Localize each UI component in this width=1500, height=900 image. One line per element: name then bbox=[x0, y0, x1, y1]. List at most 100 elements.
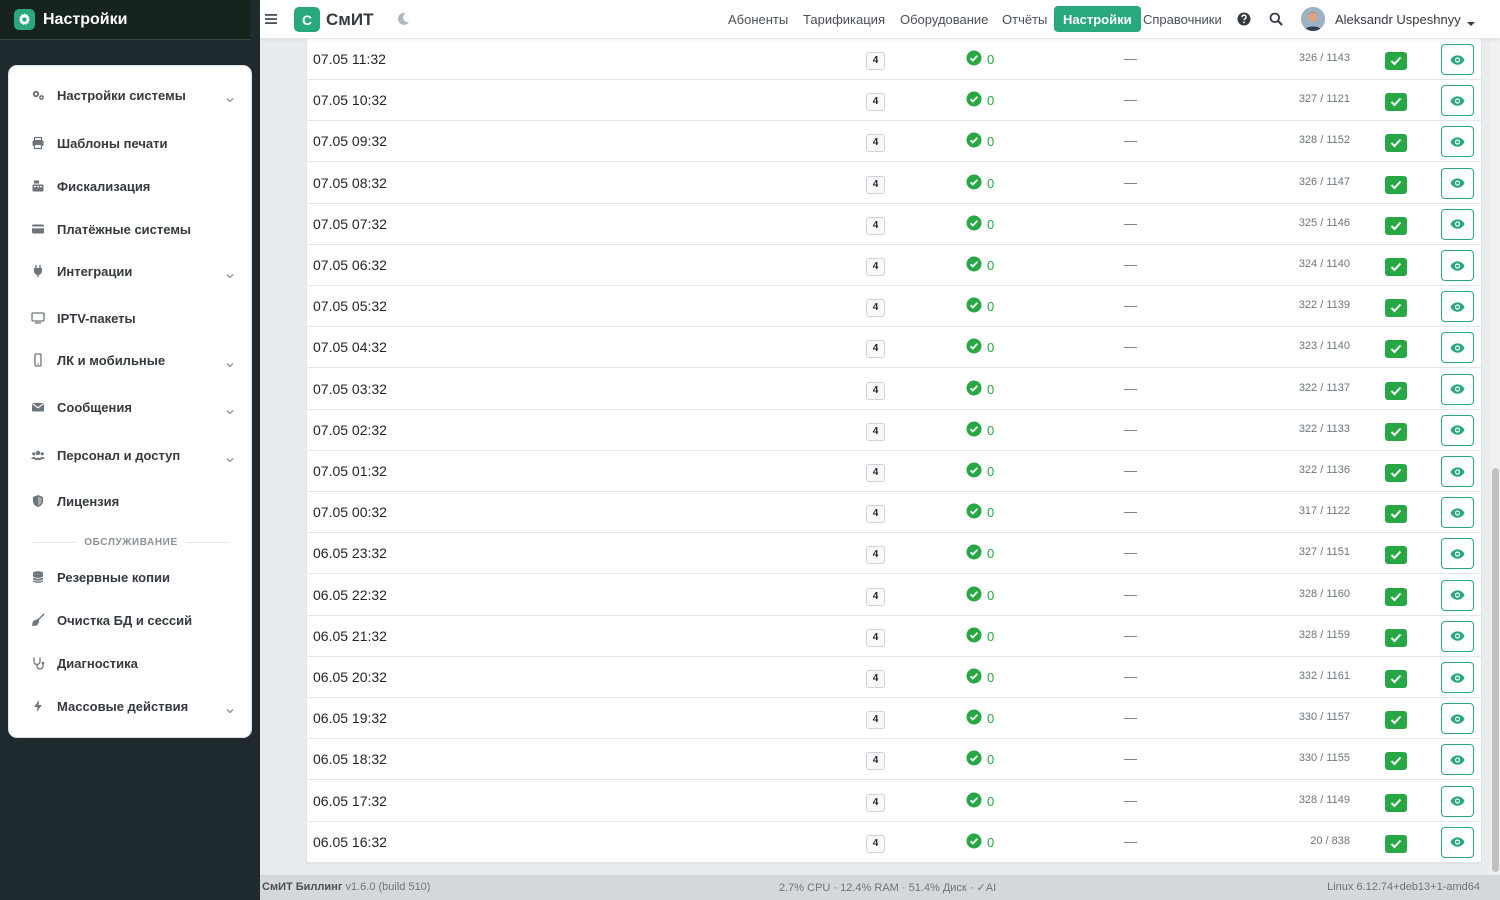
sidebar-item-4[interactable]: Платёжные системы bbox=[9, 215, 253, 243]
sidebar-item-5[interactable]: Интеграции bbox=[9, 257, 253, 285]
row-count-badge: 4 bbox=[866, 793, 885, 812]
sidebar-item-label: Настройки системы bbox=[57, 87, 186, 103]
row-timestamp: 07.05 07:32 bbox=[313, 215, 387, 232]
table-row: 07.05 05:32 4 0 — 322 / 1139 bbox=[307, 286, 1481, 328]
footer-product: СмИТ Биллинг bbox=[262, 881, 343, 893]
check-circle-icon bbox=[966, 668, 982, 684]
sidebar-item-7[interactable]: ЛК и мобильные bbox=[9, 346, 253, 374]
sidebar-item-10[interactable]: Лицензия bbox=[9, 487, 253, 515]
sidebar-item-6[interactable]: IPTV-пакеты bbox=[9, 304, 253, 332]
sidebar-item-3[interactable]: Фискализация bbox=[9, 172, 253, 200]
row-timestamp: 07.05 09:32 bbox=[313, 133, 387, 150]
row-note: — bbox=[1124, 92, 1137, 108]
row-ratio: 327 / 1121 bbox=[1298, 93, 1350, 106]
nav-tab-4[interactable]: Отчёты bbox=[993, 6, 1056, 32]
sidebar-item-9[interactable]: Персонал и доступ bbox=[9, 441, 253, 469]
row-count-badge: 4 bbox=[866, 422, 885, 441]
row-ratio: 328 / 1159 bbox=[1298, 628, 1350, 641]
view-details-button[interactable] bbox=[1441, 85, 1474, 117]
row-note: — bbox=[1124, 463, 1137, 478]
row-timestamp: 07.05 04:32 bbox=[313, 339, 387, 356]
eye-icon bbox=[1450, 177, 1465, 189]
row-error-count: 0 bbox=[987, 793, 995, 809]
row-timestamp: 07.05 10:32 bbox=[313, 92, 387, 109]
sidebar-brand[interactable]: Настройки bbox=[0, 0, 250, 40]
sidebar-item-2[interactable]: Шаблоны печати bbox=[9, 129, 253, 157]
view-details-button[interactable] bbox=[1441, 456, 1474, 487]
user-avatar[interactable] bbox=[1301, 7, 1325, 31]
view-details-button[interactable] bbox=[1441, 250, 1474, 281]
footer-build: v1.6.0 (build 510) bbox=[345, 881, 431, 893]
success-check-icon bbox=[1385, 134, 1407, 153]
table-row: 07.05 00:32 4 0 — 317 / 1122 bbox=[307, 492, 1481, 534]
view-details-button[interactable] bbox=[1441, 291, 1474, 323]
view-details-button[interactable] bbox=[1441, 208, 1474, 240]
row-note: — bbox=[1124, 215, 1137, 231]
view-details-button[interactable] bbox=[1441, 414, 1474, 446]
view-details-button[interactable] bbox=[1441, 744, 1474, 776]
eye-icon bbox=[1450, 301, 1465, 313]
row-count-badge: 4 bbox=[866, 134, 885, 153]
sidebar-item-label: Платёжные системы bbox=[57, 221, 192, 237]
dark-mode-moon-icon[interactable] bbox=[396, 12, 410, 26]
row-ratio: 328 / 1160 bbox=[1298, 587, 1350, 600]
row-note: — bbox=[1124, 339, 1137, 355]
row-count-badge: 4 bbox=[866, 216, 885, 235]
table-row: 07.05 04:32 4 0 — 323 / 1140 bbox=[307, 327, 1481, 369]
row-error-count: 0 bbox=[987, 134, 995, 150]
row-error-count: 0 bbox=[987, 505, 995, 521]
eye-icon bbox=[1450, 589, 1465, 601]
nav-tab-3[interactable]: Оборудование bbox=[891, 6, 997, 32]
view-details-button[interactable] bbox=[1441, 497, 1474, 529]
scrollbar-thumb[interactable] bbox=[1492, 468, 1499, 872]
row-count-badge: 4 bbox=[866, 505, 885, 524]
row-error-count: 0 bbox=[987, 546, 995, 562]
nav-tab-5[interactable]: Настройки bbox=[1054, 6, 1141, 32]
success-check-icon bbox=[1385, 422, 1407, 441]
sidebar-item-12[interactable]: Очистка БД и сессий bbox=[9, 606, 253, 634]
row-error-count: 0 bbox=[987, 628, 995, 644]
sidebar-item-8[interactable]: Сообщения bbox=[9, 393, 253, 421]
sidebar-item-1[interactable]: Настройки системы bbox=[9, 81, 253, 109]
view-details-button[interactable] bbox=[1441, 332, 1474, 364]
app-name[interactable]: СмИТ bbox=[326, 10, 373, 30]
help-icon[interactable] bbox=[1237, 12, 1251, 26]
view-details-button[interactable] bbox=[1441, 167, 1474, 199]
sidebar-item-14[interactable]: Массовые действия bbox=[9, 692, 253, 720]
view-details-button[interactable] bbox=[1441, 373, 1474, 405]
eye-icon bbox=[1450, 548, 1465, 560]
row-timestamp: 06.05 18:32 bbox=[313, 751, 387, 768]
nav-tab-2[interactable]: Тарификация bbox=[794, 6, 894, 32]
search-icon[interactable] bbox=[1269, 12, 1283, 26]
table-row: 06.05 22:32 4 0 — 328 / 1160 bbox=[307, 575, 1481, 616]
view-details-button[interactable] bbox=[1441, 703, 1474, 735]
user-name[interactable]: Aleksandr Uspeshnyy bbox=[1335, 12, 1461, 27]
row-timestamp: 07.05 06:32 bbox=[313, 257, 387, 273]
table-row: 06.05 23:32 4 0 — 327 / 1151 bbox=[307, 533, 1481, 575]
nav-tab-1[interactable]: Абоненты bbox=[719, 6, 797, 32]
check-circle-icon bbox=[966, 503, 982, 519]
eye-icon bbox=[1450, 260, 1465, 272]
sidebar-item-13[interactable]: Диагностика bbox=[9, 649, 253, 677]
user-dropdown-caret-icon[interactable] bbox=[1467, 15, 1475, 26]
view-details-button[interactable] bbox=[1441, 785, 1474, 817]
view-details-button[interactable] bbox=[1441, 620, 1474, 652]
view-details-button[interactable] bbox=[1441, 126, 1474, 158]
check-circle-icon bbox=[966, 338, 982, 354]
sidebar-item-11[interactable]: Резервные копии bbox=[9, 563, 253, 591]
table-row: 07.05 10:32 4 0 — 327 / 1121 bbox=[307, 80, 1481, 122]
view-details-button[interactable] bbox=[1441, 538, 1474, 570]
row-count-badge: 4 bbox=[866, 628, 885, 647]
hamburger-menu-icon[interactable] bbox=[264, 12, 278, 26]
row-ratio: 328 / 1152 bbox=[1298, 134, 1350, 147]
view-details-button[interactable] bbox=[1441, 579, 1474, 611]
nav-tab-6[interactable]: Справочники bbox=[1134, 6, 1231, 32]
view-details-button[interactable] bbox=[1441, 662, 1474, 693]
app-logo[interactable]: С bbox=[294, 7, 320, 32]
row-ratio: 317 / 1122 bbox=[1298, 505, 1350, 518]
row-ratio: 326 / 1147 bbox=[1298, 175, 1350, 188]
eye-icon bbox=[1450, 466, 1465, 478]
view-details-button[interactable] bbox=[1441, 44, 1474, 75]
view-details-button[interactable] bbox=[1441, 826, 1474, 858]
chevron-down-icon bbox=[226, 91, 234, 103]
